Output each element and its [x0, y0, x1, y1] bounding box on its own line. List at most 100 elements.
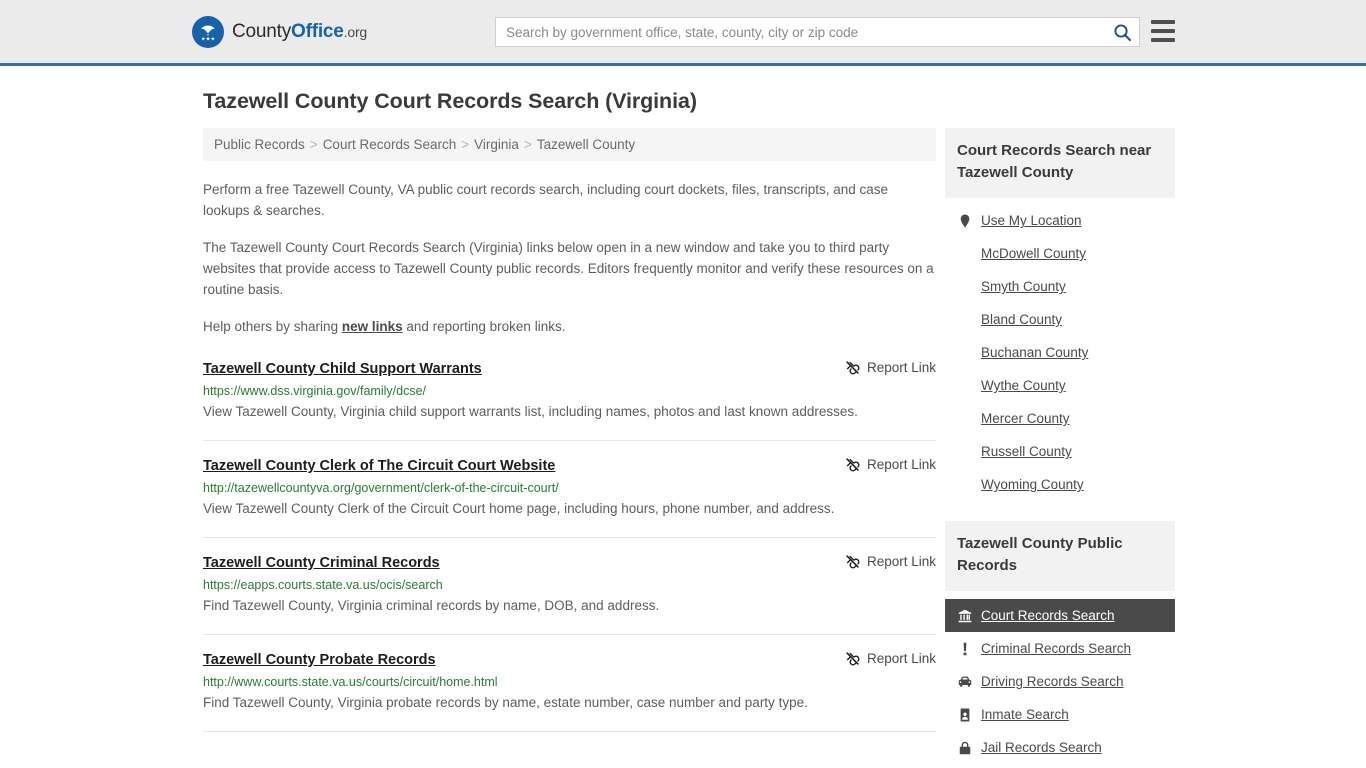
- result-url: http://www.courts.state.va.us/courts/cir…: [203, 675, 936, 689]
- lock-icon: [957, 741, 972, 755]
- report-link-label: Report Link: [867, 651, 936, 666]
- sidebar-item-label: Court Records Search: [981, 608, 1115, 623]
- logo-text-office: Office: [291, 21, 344, 42]
- sidebar-nearby-item-smyth-county[interactable]: Smyth County: [945, 270, 1175, 303]
- sidebar-nearby-item-bland-county[interactable]: Bland County: [945, 303, 1175, 336]
- sidebar-record-item-driving-records-search[interactable]: Driving Records Search: [945, 665, 1175, 698]
- report-link-button[interactable]: Report Link: [845, 360, 936, 375]
- sidebar-item-label: Inmate Search: [981, 707, 1069, 722]
- page-body: Tazewell County Court Records Search (Vi…: [0, 89, 1366, 764]
- sidebar-nearby-item-use-my-location[interactable]: Use My Location: [945, 204, 1175, 237]
- sidebar-record-item-inmate-search[interactable]: Inmate Search: [945, 698, 1175, 731]
- sidebar-record-item-court-records-search[interactable]: Court Records Search: [945, 599, 1175, 632]
- search-icon[interactable]: [1105, 18, 1139, 46]
- result-description: Find Tazewell County, Virginia criminal …: [203, 594, 936, 618]
- site-logo[interactable]: CountyOffice.org: [192, 16, 367, 48]
- result-header: Tazewell County Probate Records Report Li…: [203, 650, 936, 670]
- breadcrumb-separator: >: [524, 137, 532, 152]
- result-url: https://eapps.courts.state.va.us/ocis/se…: [203, 578, 936, 592]
- id-badge-icon: [957, 708, 972, 722]
- breadcrumb-item-1[interactable]: Public Records: [214, 137, 305, 152]
- courthouse-icon: [957, 609, 972, 623]
- sidebar-record-item-jail-records-search[interactable]: Jail Records Search: [945, 731, 1175, 764]
- sidebar-public-records-block: Tazewell County Public Records Court Rec…: [945, 521, 1175, 764]
- sidebar-nearby-heading: Court Records Search near Tazewell Count…: [945, 128, 1175, 198]
- report-link-label: Report Link: [867, 554, 936, 569]
- results-list: Tazewell County Child Support Warrants Re…: [203, 359, 936, 732]
- hamburger-menu-icon[interactable]: [1151, 20, 1175, 42]
- breadcrumb-separator: >: [310, 137, 318, 152]
- content-area: Public Records > Court Records Search > Virg…: [203, 128, 1175, 764]
- sidebar-item-label: Driving Records Search: [981, 674, 1124, 689]
- sidebar-public-records-list: Court Records Search Criminal Records Sea…: [945, 599, 1175, 764]
- result-header: Tazewell County Child Support Warrants Re…: [203, 359, 936, 379]
- broken-link-icon: [845, 554, 860, 569]
- breadcrumb-item-2[interactable]: Court Records Search: [323, 137, 457, 152]
- report-link-label: Report Link: [867, 360, 936, 375]
- sidebar-nearby-item-russell-county[interactable]: Russell County: [945, 435, 1175, 468]
- result-title-link[interactable]: Tazewell County Clerk of The Circuit Cou…: [203, 456, 555, 476]
- result-title-link[interactable]: Tazewell County Child Support Warrants: [203, 359, 482, 379]
- result-header: Tazewell County Clerk of The Circuit Cou…: [203, 456, 936, 476]
- breadcrumb-item-4[interactable]: Tazewell County: [537, 137, 635, 152]
- result-header: Tazewell County Criminal Records Report L…: [203, 553, 936, 573]
- breadcrumb-item-3[interactable]: Virginia: [474, 137, 519, 152]
- result-title-link[interactable]: Tazewell County Criminal Records: [203, 553, 440, 573]
- intro-paragraph-2: The Tazewell County Court Records Search…: [203, 237, 936, 300]
- car-icon: [957, 675, 972, 689]
- sidebar-public-records-heading: Tazewell County Public Records: [945, 521, 1175, 591]
- report-link-label: Report Link: [867, 457, 936, 472]
- main-column: Public Records > Court Records Search > Virg…: [203, 128, 936, 732]
- sidebar-nearby-item-mercer-county[interactable]: Mercer County: [945, 402, 1175, 435]
- sidebar-item-label: Wyoming County: [981, 477, 1084, 492]
- result-description: View Tazewell County Clerk of the Circui…: [203, 497, 936, 521]
- sidebar-nearby-item-buchanan-county[interactable]: Buchanan County: [945, 336, 1175, 369]
- intro-paragraph-1: Perform a free Tazewell County, VA publi…: [203, 179, 936, 221]
- result-description: View Tazewell County, Virginia child sup…: [203, 400, 936, 424]
- sidebar-item-label: Buchanan County: [981, 345, 1088, 360]
- report-link-button[interactable]: Report Link: [845, 651, 936, 666]
- broken-link-icon: [845, 651, 860, 666]
- intro-text: Perform a free Tazewell County, VA publi…: [203, 179, 936, 337]
- sidebar-item-label: Bland County: [981, 312, 1062, 327]
- sidebar-record-item-criminal-records-search[interactable]: Criminal Records Search: [945, 632, 1175, 665]
- report-link-button[interactable]: Report Link: [845, 554, 936, 569]
- intro-p3-after: and reporting broken links.: [403, 319, 566, 334]
- site-header: CountyOffice.org: [0, 0, 1366, 66]
- new-links-link[interactable]: new links: [342, 319, 403, 334]
- sidebar-nearby-item-wyoming-county[interactable]: Wyoming County: [945, 468, 1175, 501]
- result-item: Tazewell County Probate Records Report Li…: [203, 650, 936, 732]
- sidebar-item-label: McDowell County: [981, 246, 1086, 261]
- page-title: Tazewell County Court Records Search (Vi…: [203, 89, 1366, 114]
- result-item: Tazewell County Clerk of The Circuit Cou…: [203, 456, 936, 538]
- sidebar-item-label: Use My Location: [981, 213, 1082, 228]
- sidebar-nearby-list: Use My Location McDowell County Smyth Coun…: [945, 204, 1175, 501]
- broken-link-icon: [845, 457, 860, 472]
- report-link-button[interactable]: Report Link: [845, 457, 936, 472]
- result-url: http://tazewellcountyva.org/government/c…: [203, 481, 936, 495]
- search-input[interactable]: [496, 25, 1105, 40]
- result-url: https://www.dss.virginia.gov/family/dcse…: [203, 384, 936, 398]
- sidebar-item-label: Smyth County: [981, 279, 1066, 294]
- result-title-link[interactable]: Tazewell County Probate Records: [203, 650, 436, 670]
- sidebar-nearby-item-mcdowell-county[interactable]: McDowell County: [945, 237, 1175, 270]
- breadcrumb-separator: >: [461, 137, 469, 152]
- result-item: Tazewell County Child Support Warrants Re…: [203, 359, 936, 441]
- intro-paragraph-3: Help others by sharing new links and rep…: [203, 316, 936, 337]
- result-description: Find Tazewell County, Virginia probate r…: [203, 691, 936, 715]
- sidebar-item-label: Wythe County: [981, 378, 1066, 393]
- broken-link-icon: [845, 360, 860, 375]
- result-item: Tazewell County Criminal Records Report L…: [203, 553, 936, 635]
- eagle-seal-icon: [192, 16, 224, 48]
- logo-text-tld: .org: [344, 24, 367, 40]
- map-pin-icon: [957, 214, 972, 228]
- sidebar-item-label: Mercer County: [981, 411, 1070, 426]
- sidebar-item-label: Criminal Records Search: [981, 641, 1131, 656]
- sidebar-nearby-item-wythe-county[interactable]: Wythe County: [945, 369, 1175, 402]
- intro-p3-before: Help others by sharing: [203, 319, 342, 334]
- sidebar-item-label: Russell County: [981, 444, 1072, 459]
- sidebar-item-label: Jail Records Search: [981, 740, 1102, 755]
- search-bar[interactable]: [495, 17, 1140, 47]
- breadcrumb: Public Records > Court Records Search > Virg…: [203, 128, 936, 161]
- logo-text-county: County: [232, 21, 291, 42]
